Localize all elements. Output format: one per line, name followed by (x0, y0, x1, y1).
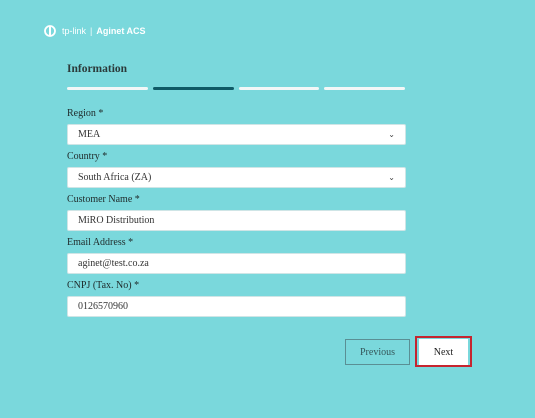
email-value: aginet@test.co.za (78, 258, 149, 269)
customer-name-label: Customer Name * (67, 194, 140, 205)
customer-name-value: MiRO Distribution (78, 215, 155, 226)
brand-logo-text: tp-link (62, 26, 87, 36)
cnpj-input[interactable]: 0126570960 (67, 296, 406, 317)
step-3 (238, 87, 320, 90)
cnpj-value: 0126570960 (78, 301, 128, 312)
brand-separator: | (90, 26, 93, 36)
previous-button[interactable]: Previous (345, 339, 410, 365)
email-label: Email Address * (67, 237, 134, 248)
next-button[interactable]: Next (419, 339, 468, 365)
region-select[interactable]: MEA ⌄ (67, 124, 406, 145)
tp-link-logo-icon (44, 25, 56, 37)
country-select[interactable]: South Africa (ZA) ⌄ (67, 167, 406, 188)
brand-product-name: Aginet ACS (96, 26, 146, 36)
chevron-down-icon: ⌄ (388, 130, 395, 139)
customer-name-input[interactable]: MiRO Distribution (67, 210, 406, 231)
brand-header: tp-link | Aginet ACS (44, 25, 146, 37)
country-value: South Africa (ZA) (78, 172, 152, 183)
step-2 (152, 87, 234, 90)
region-label: Region * (67, 108, 104, 119)
country-label: Country * (67, 151, 108, 162)
step-progress (67, 87, 405, 90)
email-input[interactable]: aginet@test.co.za (67, 253, 406, 274)
page-title: Information (67, 63, 128, 75)
region-value: MEA (78, 129, 101, 140)
cnpj-label: CNPJ (Tax. No) * (67, 280, 140, 291)
step-1 (67, 87, 148, 90)
chevron-down-icon: ⌄ (388, 173, 395, 182)
step-4 (324, 87, 405, 90)
